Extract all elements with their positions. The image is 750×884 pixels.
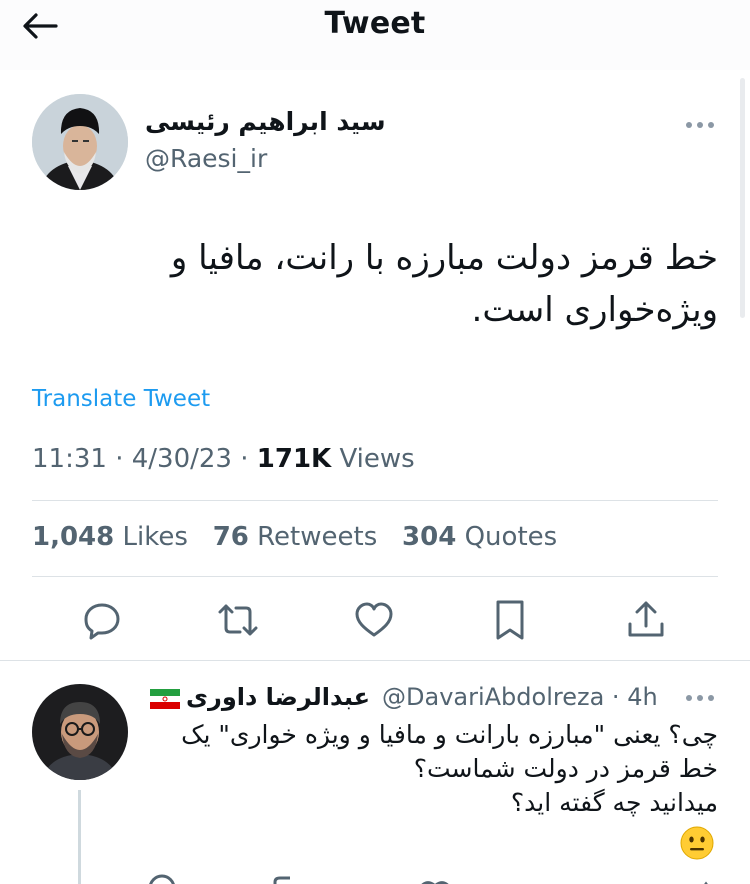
- reply-icon[interactable]: [80, 598, 124, 642]
- author-handle[interactable]: @Raesi_ir: [145, 144, 267, 173]
- avatar[interactable]: [32, 94, 128, 190]
- tweet-text-line: خط قرمز دولت مبارزه با رانت، مافیا و: [170, 238, 718, 278]
- like-icon[interactable]: [352, 598, 396, 642]
- divider: [0, 660, 750, 661]
- views-count: 171K: [256, 444, 332, 474]
- retweets-stat[interactable]: 76 Retweets: [213, 522, 378, 552]
- reply-action-bar: [140, 872, 740, 884]
- iran-flag-icon: [150, 689, 180, 709]
- neutral-face-emoji-icon: [680, 826, 714, 860]
- tweet-text-line: ویژه‌خواری است.: [471, 290, 718, 330]
- reply-text-line: خط قرمز در دولت شماست؟: [413, 754, 718, 783]
- avatar[interactable]: [32, 684, 128, 780]
- reply-text: چی؟ یعنی "مبارزه بارانت و مافیا و ویژه خ…: [150, 718, 718, 820]
- divider: [32, 500, 718, 501]
- reply-author-photo: [32, 684, 128, 780]
- more-options-icon[interactable]: [684, 689, 716, 707]
- thread-line: [78, 790, 81, 884]
- likes-stat[interactable]: 1,048 Likes: [32, 522, 188, 552]
- retweet-icon[interactable]: [273, 876, 290, 884]
- reply-age: 4h: [627, 683, 658, 711]
- retweets-label: Retweets: [257, 522, 378, 552]
- translate-tweet-link[interactable]: Translate Tweet: [32, 386, 210, 412]
- reply-icon[interactable]: [149, 874, 175, 884]
- quotes-stat[interactable]: 304 Quotes: [402, 522, 557, 552]
- reply-author-name[interactable]: عبدالرضا داوری: [186, 683, 370, 711]
- reply-author-meta: @DavariAbdolreza · 4h: [382, 683, 658, 711]
- more-options-icon[interactable]: [684, 116, 716, 134]
- tweet-text: خط قرمز دولت مبارزه با رانت، مافیا و ویژ…: [110, 232, 718, 336]
- reply-text-line: میدانید چه گفته اید؟: [510, 788, 718, 817]
- divider: [32, 576, 718, 577]
- reply-text-line: چی؟ یعنی "مبارزه بارانت و مافیا و ویژه خ…: [181, 720, 718, 749]
- likes-label: Likes: [122, 522, 188, 552]
- page-title: Tweet: [324, 6, 426, 41]
- reply-author-handle[interactable]: @DavariAbdolreza: [382, 683, 604, 711]
- scrollbar[interactable]: [740, 78, 745, 318]
- tweet-meta: 11:31 · 4/30/23 · 171K Views: [32, 444, 415, 474]
- share-icon[interactable]: [624, 598, 668, 642]
- top-bar: Tweet: [0, 0, 750, 70]
- quotes-label: Quotes: [464, 522, 558, 552]
- author-photo: [32, 94, 128, 190]
- bookmark-icon[interactable]: [488, 598, 532, 642]
- retweets-count: 76: [212, 522, 249, 552]
- retweet-icon[interactable]: [216, 598, 260, 642]
- likes-count: 1,048: [32, 522, 115, 552]
- tweet-stats: 1,048 Likes 76 Retweets 304 Quotes: [32, 522, 557, 552]
- tweet-time[interactable]: 11:31: [32, 444, 107, 474]
- tweet-date[interactable]: 4/30/23: [132, 444, 232, 474]
- author-name[interactable]: سید ابراهیم رئیسی: [145, 107, 386, 136]
- quotes-count: 304: [402, 522, 457, 552]
- views-label: Views: [339, 444, 415, 474]
